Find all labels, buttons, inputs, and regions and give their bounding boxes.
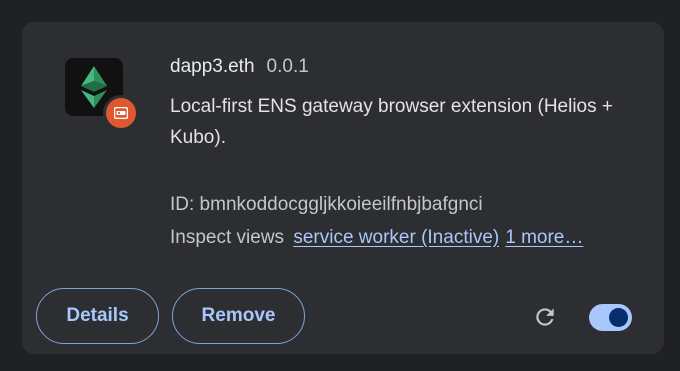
remove-button[interactable]: Remove: [172, 288, 305, 344]
reload-icon: [536, 308, 554, 326]
reload-button[interactable]: [532, 304, 558, 330]
extension-name: dapp3.eth: [170, 56, 255, 77]
extension-description: Local-first ENS gateway browser extensio…: [170, 96, 613, 148]
extension-card: dapp3.eth 0.0.1 Local-first ENS gateway b…: [22, 22, 664, 354]
inspect-views-row: Inspect views service worker (Inactive) 1…: [170, 227, 583, 249]
service-worker-link[interactable]: service worker (Inactive): [293, 227, 499, 249]
more-views-link[interactable]: 1 more…: [505, 227, 583, 248]
toggle-knob: [609, 308, 628, 327]
ethereum-classic-logo-icon: [81, 66, 107, 108]
details-button[interactable]: Details: [36, 288, 159, 344]
inspect-views-label: Inspect views: [170, 227, 285, 248]
enable-extension-toggle[interactable]: [589, 304, 632, 331]
extension-title: dapp3.eth 0.0.1: [170, 56, 309, 78]
extension-id: ID: bmnkoddocggljkkoieeilfnbjbafgnci: [170, 194, 483, 215]
extension-version: 0.0.1: [266, 56, 309, 77]
unpacked-extension-badge-icon: [103, 95, 139, 131]
